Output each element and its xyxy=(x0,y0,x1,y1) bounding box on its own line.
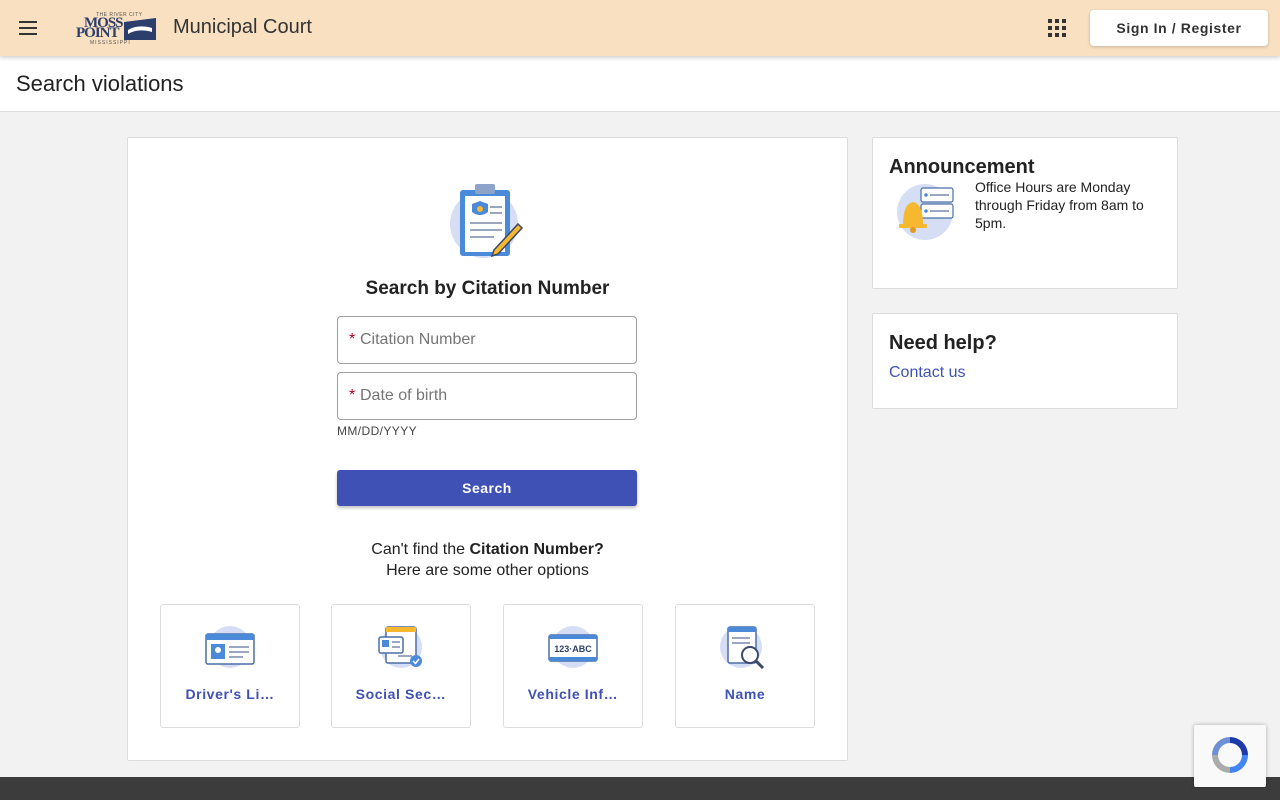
citation-number-input[interactable] xyxy=(338,317,636,363)
plate-text: 123·ABC xyxy=(554,644,592,654)
page-title-bar: Search violations xyxy=(0,56,1280,112)
top-app-bar: THE RIVER CITY MOSS POINT MISSISSIPPI Mu… xyxy=(0,0,1280,56)
option-social-security[interactable]: Social Sec… xyxy=(331,604,471,728)
required-asterisk: * xyxy=(349,331,356,348)
sign-in-register-button[interactable]: Sign In / Register xyxy=(1090,10,1268,46)
name-search-icon xyxy=(720,626,765,669)
search-heading: Search by Citation Number xyxy=(365,278,610,299)
search-button[interactable]: Search xyxy=(337,470,637,506)
social-security-icon xyxy=(378,626,422,668)
citation-number-field[interactable]: * xyxy=(337,316,637,364)
hamburger-menu-icon[interactable] xyxy=(14,14,42,42)
option-vehicle-information[interactable]: 123·ABC Vehicle Inf… xyxy=(503,604,643,728)
page-title: Search violations xyxy=(16,71,184,96)
bell-announcement-icon xyxy=(897,184,954,240)
clipboard-citation-icon xyxy=(450,184,524,258)
logo-state: MISSISSIPPI xyxy=(90,40,131,46)
option-label: Driver's Li… xyxy=(185,686,275,702)
required-asterisk: * xyxy=(349,387,356,404)
option-name[interactable]: Name xyxy=(675,604,815,728)
option-label: Name xyxy=(724,686,766,702)
option-drivers-license[interactable]: Driver's Li… xyxy=(160,604,300,728)
cant-find-bold: Citation Number? xyxy=(469,541,604,558)
date-of-birth-field[interactable]: * xyxy=(337,372,637,420)
announcement-text: Office Hours are Monday through Friday f… xyxy=(975,179,1144,231)
help-heading: Need help? xyxy=(889,332,997,354)
contact-us-link[interactable]: Contact us xyxy=(889,364,965,382)
footer xyxy=(0,777,1280,800)
date-of-birth-input[interactable] xyxy=(338,373,636,419)
logo-flag-icon xyxy=(124,18,156,40)
option-label: Vehicle Inf… xyxy=(527,686,619,702)
drivers-license-icon xyxy=(205,626,255,668)
announcement-card: Announcement Office Hours are Monday thr… xyxy=(872,137,1178,289)
recaptcha-icon xyxy=(1212,737,1248,773)
app-title: Municipal Court xyxy=(173,16,312,38)
cant-find-prefix: Can't find the xyxy=(371,541,470,558)
cant-find-line2: Here are some other options xyxy=(386,562,589,579)
apps-grid-icon[interactable] xyxy=(1048,19,1066,37)
option-label: Social Sec… xyxy=(355,686,447,702)
recaptcha-badge[interactable] xyxy=(1194,725,1266,787)
search-card: Search by Citation Number * * MM/DD/YYYY… xyxy=(127,137,848,761)
other-options-text: Can't find the Citation Number? Here are… xyxy=(128,539,847,581)
announcement-heading: Announcement xyxy=(889,156,1035,178)
dob-format-hint: MM/DD/YYYY xyxy=(337,424,418,438)
moss-point-logo[interactable]: THE RIVER CITY MOSS POINT MISSISSIPPI xyxy=(74,12,158,46)
help-card: Need help? Contact us xyxy=(872,313,1178,409)
vehicle-plate-icon: 123·ABC xyxy=(548,626,598,668)
